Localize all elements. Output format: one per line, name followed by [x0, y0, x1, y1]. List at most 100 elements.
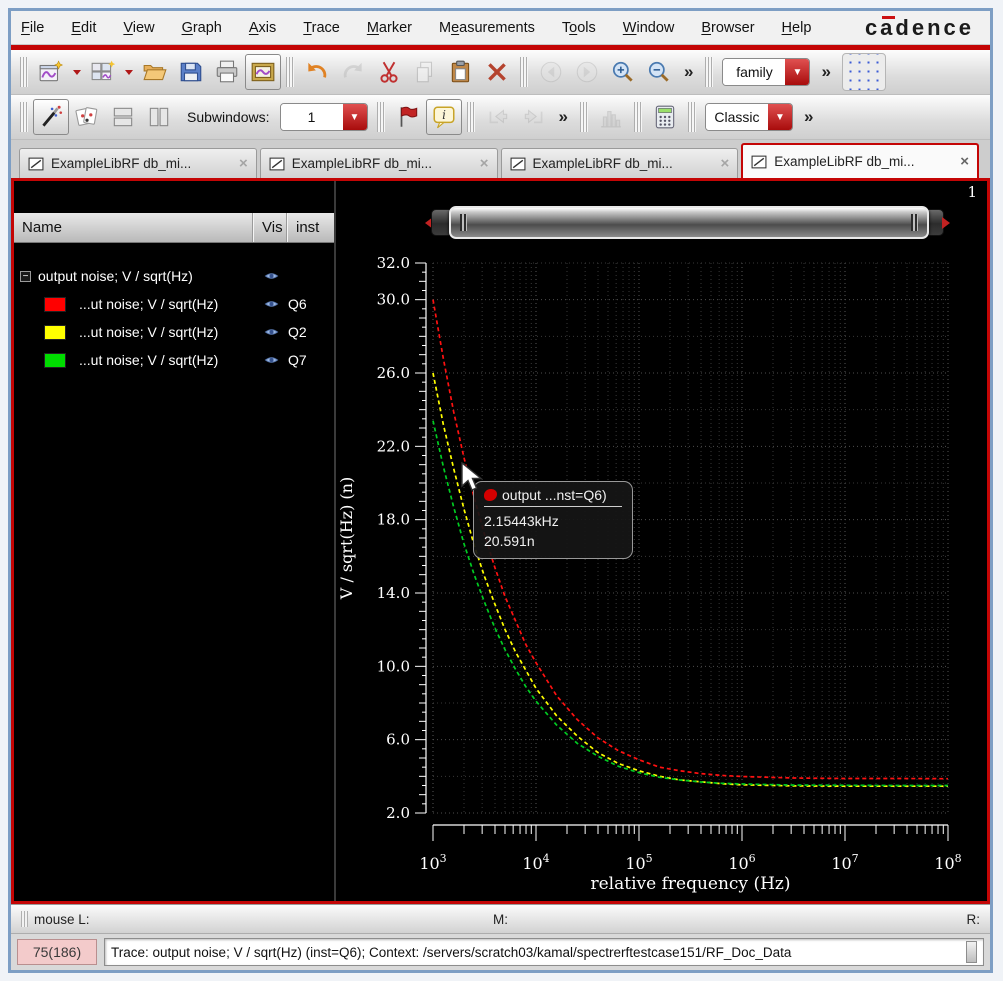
subwindows-combo-dropdown-button[interactable]: ▼ — [343, 104, 367, 130]
zoom-out-button[interactable] — [641, 54, 677, 90]
tab-close-icon[interactable]: × — [960, 153, 969, 170]
save-button[interactable] — [173, 54, 209, 90]
visibility-cell[interactable] — [254, 327, 288, 337]
menu-tools[interactable]: Tools — [562, 20, 596, 36]
menu-window[interactable]: Window — [623, 20, 675, 36]
appearance-combo-value[interactable]: Classic — [706, 104, 768, 130]
column-header-vis[interactable]: Vis — [254, 213, 288, 242]
eye-icon — [264, 327, 279, 337]
tab-close-icon[interactable]: × — [480, 155, 489, 172]
toolbar-dots-panel[interactable] — [842, 53, 886, 91]
visibility-cell[interactable] — [254, 299, 288, 309]
calculator-button[interactable] — [647, 99, 683, 135]
snapshot-button[interactable] — [245, 54, 281, 90]
tab-3[interactable]: ExampleLibRF db_mi...× — [501, 148, 739, 178]
menu-file[interactable]: File — [21, 20, 44, 36]
cut-button[interactable] — [371, 54, 407, 90]
slider-thumb[interactable] — [449, 206, 929, 239]
subwindows-combo[interactable]: 1▼ — [280, 103, 368, 131]
new-subwindow-button[interactable] — [85, 54, 121, 90]
toolbar-handle[interactable] — [377, 102, 385, 132]
zoom-in-button[interactable] — [605, 54, 641, 90]
flag-button[interactable] — [390, 99, 426, 135]
tab-1[interactable]: ExampleLibRF db_mi...× — [19, 148, 257, 178]
visibility-cell[interactable] — [254, 271, 288, 281]
menu-help[interactable]: Help — [782, 20, 812, 36]
forward-button[interactable] — [569, 54, 605, 90]
toolbar-overflow-chevron[interactable]: » — [814, 62, 837, 82]
vertical-split-button[interactable] — [141, 99, 177, 135]
trace-label: ...ut noise; V / sqrt(Hz) — [79, 296, 218, 312]
tab-2[interactable]: ExampleLibRF db_mi... × — [260, 148, 498, 178]
x-range-slider[interactable] — [425, 205, 950, 240]
family-combo-dropdown-button[interactable]: ▼ — [785, 59, 809, 85]
menu-trace[interactable]: Trace — [303, 20, 340, 36]
svg-text:relative frequency (Hz): relative frequency (Hz) — [591, 874, 791, 894]
trace-label: ...ut noise; V / sqrt(Hz) — [79, 352, 218, 368]
toolbar-handle[interactable] — [705, 57, 713, 87]
horizontal-split-button[interactable] — [105, 99, 141, 135]
subwindows-combo-value[interactable]: 1 — [281, 104, 343, 130]
copy-button[interactable] — [407, 54, 443, 90]
trace-group-row[interactable]: −output noise; V / sqrt(Hz) — [14, 263, 334, 289]
trace-row-q7[interactable]: ...ut noise; V / sqrt(Hz)Q7 — [14, 347, 334, 373]
eye-icon — [264, 299, 279, 309]
menu-edit[interactable]: Edit — [71, 20, 96, 36]
slider-right-arrow-icon[interactable] — [942, 217, 950, 229]
histogram-button[interactable] — [593, 99, 629, 135]
toolbar-handle[interactable] — [20, 57, 28, 87]
snapshot-icon — [250, 59, 276, 85]
delete-button[interactable] — [479, 54, 515, 90]
trace-row-q2[interactable]: ...ut noise; V / sqrt(Hz)Q2 — [14, 319, 334, 345]
toolbar-handle[interactable] — [286, 57, 294, 87]
open-button[interactable] — [137, 54, 173, 90]
next-subwindow-button[interactable] — [516, 99, 552, 135]
toolbar-handle[interactable] — [634, 102, 642, 132]
column-header-inst[interactable]: inst — [288, 213, 334, 242]
dropdown-arrow-icon[interactable] — [121, 54, 137, 90]
toolbar-overflow-chevron[interactable]: » — [677, 62, 700, 82]
menu-axis[interactable]: Axis — [249, 20, 276, 36]
tab-4[interactable]: ExampleLibRF db_mi...× — [741, 143, 979, 178]
menu-view[interactable]: View — [123, 20, 154, 36]
menu-graph[interactable]: Graph — [182, 20, 222, 36]
family-combo[interactable]: family▼ — [722, 58, 810, 86]
visibility-cell[interactable] — [254, 355, 288, 365]
menu-browser[interactable]: Browser — [701, 20, 754, 36]
toolbar-handle[interactable] — [467, 102, 475, 132]
statusbar-grip[interactable] — [21, 911, 28, 927]
redo-button[interactable] — [335, 54, 371, 90]
undo-button[interactable] — [299, 54, 335, 90]
dropdown-arrow-icon[interactable] — [69, 54, 85, 90]
toolbar-handle[interactable] — [20, 102, 28, 132]
menu-marker[interactable]: Marker — [367, 20, 412, 36]
slider-grip-left[interactable] — [460, 214, 467, 231]
back-button[interactable] — [533, 54, 569, 90]
appearance-combo[interactable]: Classic▼ — [705, 103, 793, 131]
infobar-scroll-grip[interactable] — [966, 941, 977, 963]
slider-grip-right[interactable] — [911, 214, 918, 231]
toolbar-overflow-chevron[interactable]: » — [797, 107, 820, 127]
toolbar-overflow-chevron[interactable]: » — [552, 107, 575, 127]
appearance-combo-dropdown-button[interactable]: ▼ — [768, 104, 792, 130]
toolbar-handle[interactable] — [688, 102, 696, 132]
column-header-name[interactable]: Name — [14, 213, 254, 242]
trace-row-q6[interactable]: ...ut noise; V / sqrt(Hz)Q6 — [14, 291, 334, 317]
paste-button[interactable] — [443, 54, 479, 90]
menu-measurements[interactable]: Measurements — [439, 20, 535, 36]
tree-collapse-icon[interactable]: − — [20, 271, 31, 282]
info-balloon-button[interactable]: i — [426, 99, 462, 135]
toolbar-handle[interactable] — [580, 102, 588, 132]
wand-button[interactable] — [33, 99, 69, 135]
print-button[interactable] — [209, 54, 245, 90]
tab-close-icon[interactable]: × — [239, 155, 248, 172]
status-mouse-middle: M: — [493, 912, 508, 927]
tab-close-icon[interactable]: × — [720, 155, 729, 172]
toolbar-handle[interactable] — [520, 57, 528, 87]
waveform-plot[interactable]: 32.030.026.022.018.014.010.06.02.0V / sq… — [336, 181, 987, 901]
tab-label: ExampleLibRF db_mi... — [292, 156, 473, 171]
cards-button[interactable] — [69, 99, 105, 135]
previous-subwindow-button[interactable] — [480, 99, 516, 135]
new-waveform-window-button[interactable] — [33, 54, 69, 90]
family-combo-value[interactable]: family — [723, 59, 785, 85]
